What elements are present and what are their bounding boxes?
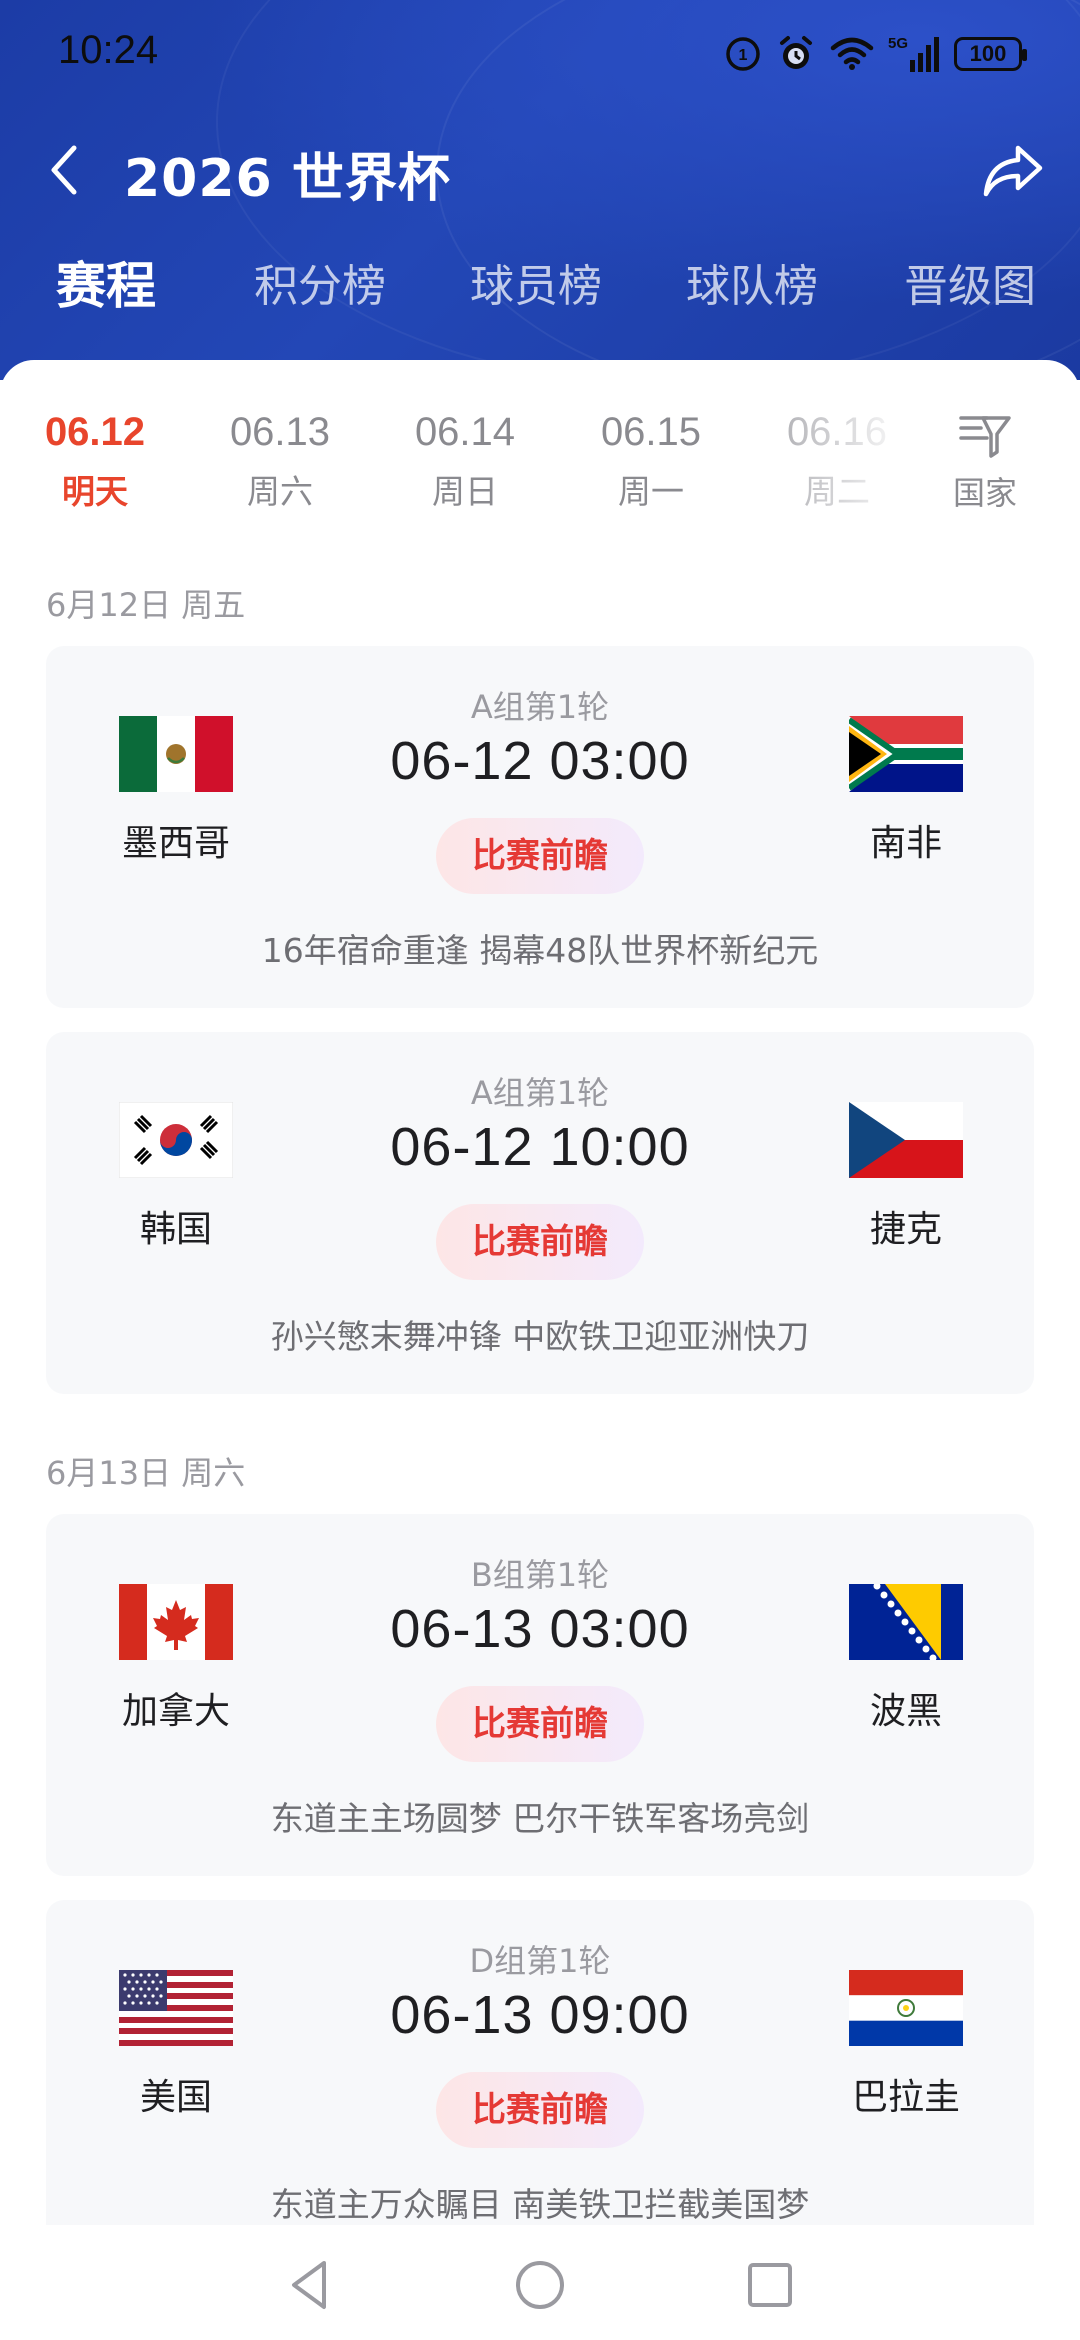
- team-name: 美国: [139, 2077, 212, 2118]
- tab-bar: 赛程 积分榜 球员榜 球队榜 晋级图: [0, 250, 1080, 330]
- match-preview-button[interactable]: 比赛前瞻: [436, 818, 644, 894]
- south-africa-flag-icon: [849, 716, 963, 792]
- paraguay-flag-icon: [849, 1970, 963, 2046]
- match-preview-button[interactable]: 比赛前瞻: [436, 1686, 644, 1762]
- date-fade-overlay: [790, 410, 900, 520]
- match-description: 孙兴慜末舞冲锋 中欧铁卫迎亚洲快刀: [270, 1317, 810, 1356]
- nav-recents-icon[interactable]: [740, 2255, 800, 2315]
- date-value: 06.15: [600, 410, 702, 454]
- page-title: 2026 世界杯: [124, 149, 451, 209]
- status-time: 10:24: [58, 28, 159, 72]
- match-card[interactable]: 韩国 A组第1轮 06-12 10:00 比赛前瞻 捷克 孙兴慜末舞冲锋 中欧铁…: [46, 1032, 1034, 1394]
- team-name: 捷克: [869, 1209, 942, 1250]
- alarm-icon: [780, 36, 812, 69]
- wifi-icon: [830, 37, 874, 70]
- tab-bracket[interactable]: 晋级图: [904, 250, 1036, 314]
- date-item[interactable]: 06.15 周一: [576, 410, 726, 513]
- match-preview-button[interactable]: 比赛前瞻: [436, 1204, 644, 1280]
- date-value: 06.14: [414, 410, 516, 454]
- tab-team-rankings[interactable]: 球队榜: [686, 250, 818, 314]
- data-saver-icon: 1: [726, 37, 760, 71]
- system-navigation-bar: [0, 2225, 1080, 2340]
- svg-text:1: 1: [739, 47, 748, 64]
- match-card[interactable]: 墨西哥 A组第1轮 06-12 03:00 比赛前瞻 南非 16年宿命重逢 揭幕…: [46, 646, 1034, 1008]
- date-item[interactable]: 06.14 周日: [390, 410, 540, 513]
- tab-schedule[interactable]: 赛程: [56, 246, 156, 318]
- match-card[interactable]: 加拿大 B组第1轮 06-13 03:00 比赛前瞻 波黑 东道主主场圆梦 巴尔…: [46, 1514, 1034, 1876]
- date-weekday: 周六: [247, 472, 313, 511]
- status-bar: 10:24 1 5G 100: [0, 0, 1080, 108]
- away-team: 捷克: [816, 1102, 996, 1252]
- match-description: 东道主万众瞩目 南美铁卫拦截美国梦: [270, 2185, 810, 2224]
- date-weekday: 明天: [62, 472, 128, 511]
- date-weekday: 周一: [618, 472, 684, 511]
- team-name: 波黑: [869, 1691, 942, 1732]
- away-team: 波黑: [816, 1584, 996, 1734]
- filter-icon: [959, 416, 1011, 458]
- team-name: 墨西哥: [121, 823, 230, 864]
- nav-home-icon[interactable]: [510, 2255, 570, 2315]
- czech-flag-icon: [849, 1102, 963, 1178]
- date-item[interactable]: 06.13 周六: [205, 410, 355, 513]
- share-button[interactable]: [978, 134, 1050, 206]
- filter-label: 国家: [952, 474, 1017, 512]
- date-selector: 06.12 明天 06.13 周六 06.14 周日 06.15 周一 06.1…: [0, 410, 1080, 520]
- match-preview-button[interactable]: 比赛前瞻: [436, 2072, 644, 2148]
- tab-player-rankings[interactable]: 球员榜: [470, 250, 602, 314]
- team-name: 加拿大: [121, 1691, 230, 1732]
- tab-standings[interactable]: 积分榜: [254, 250, 386, 314]
- header: 10:24 1 5G 100 2026 世界杯 赛程 积分榜 球员榜 球队榜 晋…: [0, 0, 1080, 380]
- battery-icon: 100: [954, 37, 1027, 71]
- match-description: 东道主主场圆梦 巴尔干铁军客场亮剑: [270, 1799, 810, 1838]
- date-item[interactable]: 06.12 明天: [20, 410, 170, 513]
- date-value: 06.12: [44, 410, 146, 454]
- status-icons: 1 5G 100: [724, 32, 1027, 76]
- team-name: 巴拉圭: [851, 2077, 960, 2118]
- away-team: 巴拉圭: [816, 1970, 996, 2120]
- date-weekday: 周日: [432, 472, 498, 511]
- match-description: 16年宿命重逢 揭幕48队世界杯新纪元: [261, 931, 819, 970]
- nav-back-icon[interactable]: [280, 2255, 340, 2315]
- match-card[interactable]: 美国 D组第1轮 06-13 09:00 比赛前瞻 巴拉圭 东道主万众瞩目 南美…: [46, 1900, 1034, 2240]
- section-date-label: 6月12日 周五: [46, 586, 246, 624]
- away-team: 南非: [816, 716, 996, 866]
- team-name: 南非: [869, 823, 942, 864]
- date-value: 06.13: [229, 410, 331, 454]
- bosnia-flag-icon: [849, 1584, 963, 1660]
- section-date-label: 6月13日 周六: [46, 1454, 246, 1492]
- svg-text:5G: 5G: [888, 35, 908, 52]
- title-bar: 2026 世界杯: [0, 120, 1080, 220]
- country-filter-button[interactable]: 国家: [940, 412, 1030, 514]
- signal-icon: 5G: [888, 35, 939, 72]
- team-name: 韩国: [139, 1209, 212, 1250]
- back-button[interactable]: [38, 138, 98, 202]
- schedule-content: 06.12 明天 06.13 周六 06.14 周日 06.15 周一 06.1…: [0, 360, 1080, 2240]
